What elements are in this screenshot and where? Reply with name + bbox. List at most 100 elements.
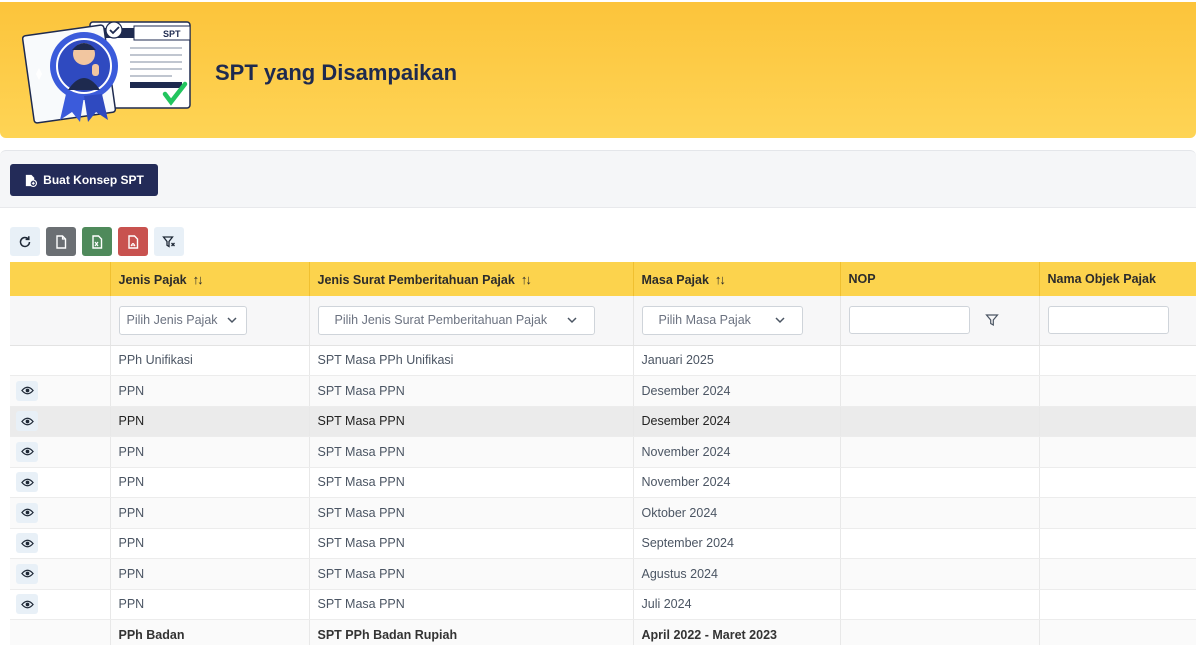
view-button[interactable] (16, 411, 38, 432)
table-row[interactable]: PPN SPT Masa PPN Desember 2024 (10, 375, 1196, 407)
chevron-down-icon (566, 317, 577, 324)
cell-jenis-pajak: PPh Unifikasi (110, 345, 310, 376)
table-header-row: Jenis Pajak ↑↓ Jenis Surat Pemberitahuan … (10, 262, 1196, 296)
view-button[interactable] (16, 380, 38, 401)
filter-cell-empty (10, 296, 111, 346)
row-action-cell (10, 467, 111, 498)
cell-nama-objek (1039, 375, 1196, 407)
excel-export-icon (92, 234, 103, 249)
filter-cell-jenis-pajak: Pilih Jenis Pajak (110, 296, 310, 346)
cell-nama-objek (1039, 589, 1196, 620)
row-action-cell (10, 558, 111, 590)
clear-filter-button[interactable] (154, 227, 184, 256)
export-pdf-button[interactable] (118, 227, 148, 256)
header-nop: NOP (840, 262, 1040, 296)
table-action-buttons (10, 227, 184, 256)
row-action-cell (10, 406, 111, 437)
cell-nop (840, 497, 1040, 529)
filter-row: Pilih Jenis Pajak Pilih Jenis Surat Pemb… (10, 296, 1196, 346)
row-action-cell (10, 528, 111, 559)
cell-jenis-spt: SPT Masa PPh Unifikasi (309, 345, 634, 376)
sort-icon[interactable]: ↑↓ (715, 272, 726, 287)
sort-icon[interactable]: ↑↓ (521, 272, 532, 287)
jenis-spt-select[interactable]: Pilih Jenis Surat Pemberitahuan Pajak (317, 305, 595, 335)
export-excel-button[interactable] (82, 227, 112, 256)
jenis-pajak-select-placeholder: Pilih Jenis Pajak (126, 313, 218, 328)
eye-icon (20, 386, 34, 395)
header-jenis-pajak[interactable]: Jenis Pajak ↑↓ (110, 262, 310, 296)
jenis-pajak-select[interactable]: Pilih Jenis Pajak (118, 305, 247, 335)
masa-pajak-select[interactable]: Pilih Masa Pajak (641, 305, 803, 335)
page-header-banner: SPT SPT SPT yang Disampaikan (0, 2, 1196, 138)
cell-jenis-spt: SPT PPh Badan Rupiah (309, 619, 634, 645)
cell-masa-pajak: November 2024 (633, 467, 841, 498)
cell-jenis-spt: SPT Masa PPN (309, 406, 634, 437)
view-button[interactable] (16, 563, 38, 584)
row-action-cell (10, 589, 111, 620)
cell-nop (840, 467, 1040, 498)
header-nama-objek-pajak: Nama Objek Pajak (1039, 262, 1196, 296)
eye-icon (20, 447, 34, 456)
row-action-cell (10, 619, 111, 645)
view-button[interactable] (16, 533, 38, 554)
cell-jenis-spt: SPT Masa PPN (309, 375, 634, 407)
table-row[interactable]: PPN SPT Masa PPN November 2024 (10, 436, 1196, 468)
cell-masa-pajak: Desember 2024 (633, 406, 841, 437)
header-masa-pajak[interactable]: Masa Pajak ↑↓ (633, 262, 841, 296)
header-jenis-spt[interactable]: Jenis Surat Pemberitahuan Pajak ↑↓ (309, 262, 634, 296)
table-row[interactable]: PPh Badan SPT PPh Badan Rupiah April 2022 … (10, 619, 1196, 645)
view-button[interactable] (16, 594, 38, 615)
spt-table: Jenis Pajak ↑↓ Jenis Surat Pemberitahuan … (10, 262, 1196, 645)
refresh-icon (19, 235, 31, 247)
file-add-icon (26, 174, 38, 187)
table-row[interactable]: PPN SPT Masa PPN Juli 2024 (10, 589, 1196, 620)
row-action-cell (10, 436, 111, 468)
cell-nama-objek (1039, 619, 1196, 645)
masa-pajak-select-placeholder: Pilih Masa Pajak (658, 313, 751, 328)
cell-nama-objek (1039, 528, 1196, 559)
header-jenis-spt-label: Jenis Surat Pemberitahuan Pajak (317, 272, 515, 287)
cell-masa-pajak: Agustus 2024 (633, 558, 841, 590)
cell-nop (840, 375, 1040, 407)
row-action-cell (10, 375, 111, 407)
table-row[interactable]: PPN SPT Masa PPN November 2024 (10, 467, 1196, 498)
cell-jenis-pajak: PPN (110, 497, 310, 529)
filter-cell-nop (840, 296, 1040, 346)
cell-jenis-pajak: PPN (110, 528, 310, 559)
illustration-spt-text: SPT (163, 29, 181, 39)
cell-nop (840, 406, 1040, 437)
pdf-export-icon (128, 234, 139, 249)
export-csv-button[interactable] (46, 227, 76, 256)
nama-objek-filter-input[interactable] (1047, 306, 1169, 335)
row-action-cell (10, 497, 111, 529)
eye-icon (20, 508, 34, 517)
table-row[interactable]: PPN SPT Masa PPN Desember 2024 (10, 406, 1196, 437)
nop-filter-input[interactable] (848, 306, 970, 335)
table-row[interactable]: PPh Unifikasi SPT Masa PPh Unifikasi Janua… (10, 345, 1196, 376)
cell-jenis-pajak: PPN (110, 589, 310, 620)
create-draft-spt-button[interactable]: Buat Konsep SPT (10, 164, 158, 196)
cell-nama-objek (1039, 467, 1196, 498)
table-row[interactable]: PPN SPT Masa PPN Oktober 2024 (10, 497, 1196, 529)
cell-nama-objek (1039, 436, 1196, 468)
cell-nama-objek (1039, 406, 1196, 437)
sort-icon[interactable]: ↑↓ (193, 272, 204, 287)
cell-jenis-spt: SPT Masa PPN (309, 497, 634, 529)
cell-nop (840, 345, 1040, 376)
view-button[interactable] (16, 441, 38, 462)
filter-icon[interactable] (985, 313, 999, 327)
view-button[interactable] (16, 502, 38, 523)
cell-jenis-pajak: PPN (110, 436, 310, 468)
eye-icon (20, 417, 34, 426)
cell-jenis-spt: SPT Masa PPN (309, 467, 634, 498)
chevron-down-icon (774, 317, 785, 324)
filter-cell-jenis-spt: Pilih Jenis Surat Pemberitahuan Pajak (309, 296, 634, 346)
cell-masa-pajak: April 2022 - Maret 2023 (633, 619, 841, 645)
refresh-button[interactable] (10, 227, 40, 256)
table-row[interactable]: PPN SPT Masa PPN September 2024 (10, 528, 1196, 559)
cell-masa-pajak: Januari 2025 (633, 345, 841, 376)
chevron-down-icon (226, 317, 237, 324)
table-row[interactable]: PPN SPT Masa PPN Agustus 2024 (10, 558, 1196, 590)
cell-jenis-pajak: PPN (110, 406, 310, 437)
view-button[interactable] (16, 472, 38, 493)
